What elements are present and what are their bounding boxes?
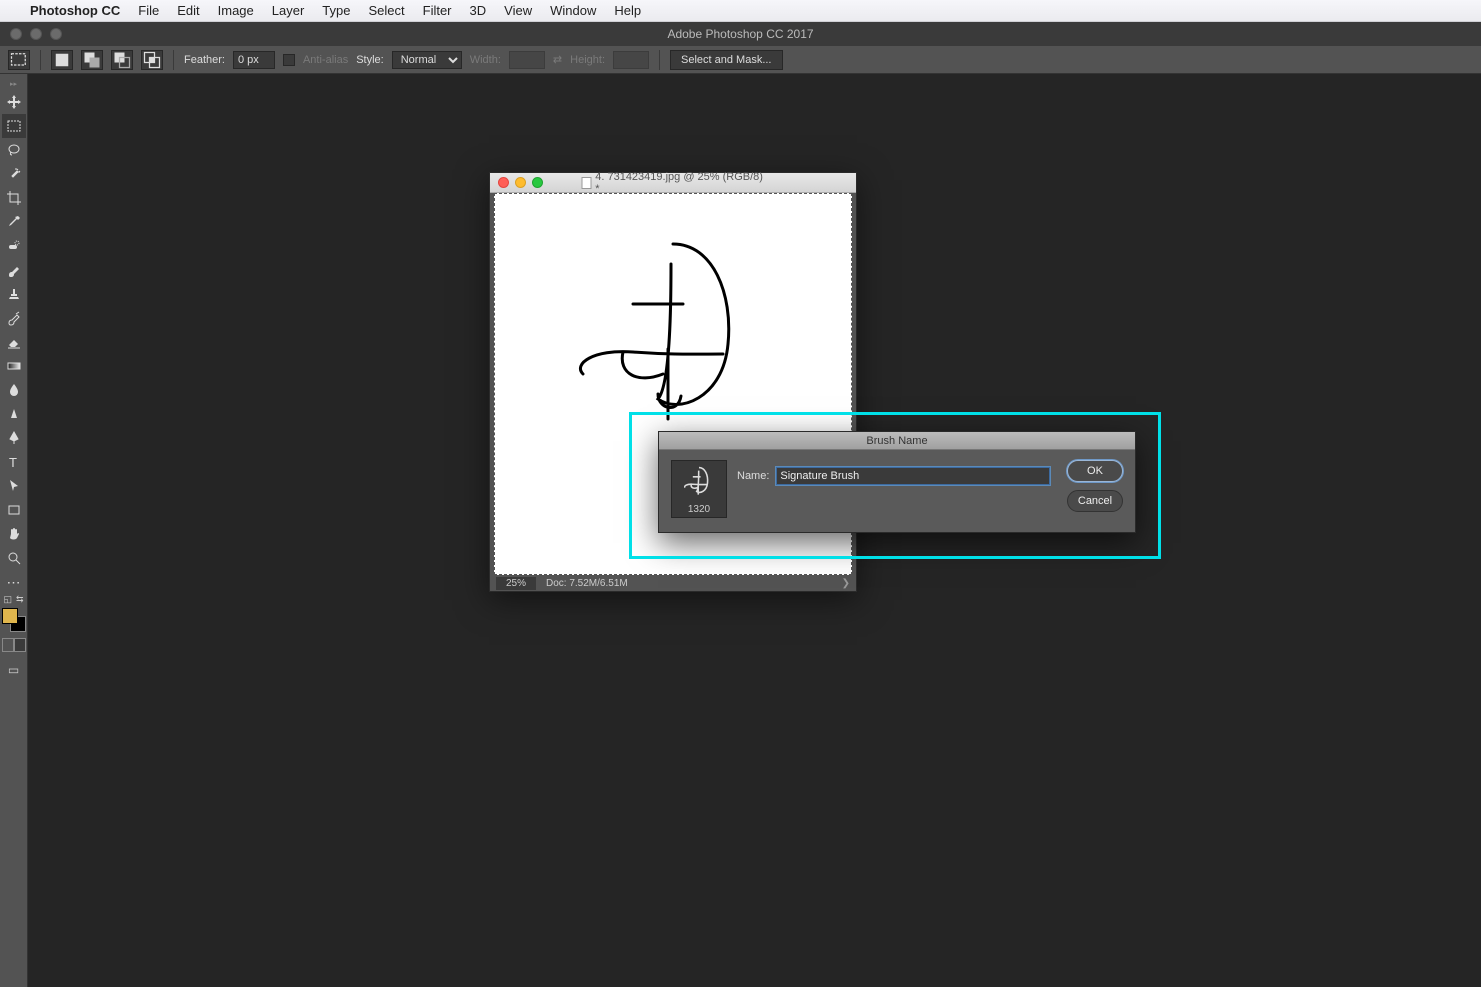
current-tool-icon[interactable] — [8, 50, 30, 70]
lasso-tool[interactable] — [2, 138, 26, 162]
document-titlebar: 4. 731423419.jpg @ 25% (RGB/8) * — [490, 173, 856, 193]
type-tool[interactable]: T — [2, 450, 26, 474]
width-input — [509, 51, 545, 69]
options-bar: Feather: Anti-alias Style: Normal Width:… — [0, 46, 1481, 74]
brush-size-label: 1320 — [688, 504, 710, 515]
hand-tool[interactable] — [2, 522, 26, 546]
statusbar-menu-icon[interactable]: ❯ — [842, 578, 850, 589]
menu-file[interactable]: File — [138, 3, 159, 18]
ok-button[interactable]: OK — [1067, 460, 1123, 482]
foreground-color-swatch[interactable] — [2, 608, 18, 624]
selection-subtract-icon[interactable] — [111, 50, 133, 70]
signature-drawing — [563, 234, 783, 454]
history-brush-tool[interactable] — [2, 306, 26, 330]
edit-toolbar-button[interactable]: ⋯ — [2, 570, 26, 594]
menu-window[interactable]: Window — [550, 3, 596, 18]
cancel-button[interactable]: Cancel — [1067, 490, 1123, 512]
menu-layer[interactable]: Layer — [272, 3, 305, 18]
menu-edit[interactable]: Edit — [177, 3, 199, 18]
swap-colors-icon[interactable]: ⇆ — [16, 594, 24, 606]
document-statusbar: 25% Doc: 7.52M/6.51M ❯ — [490, 575, 856, 591]
doc-maximize-button[interactable] — [532, 177, 543, 188]
pen-tool[interactable] — [2, 426, 26, 450]
brush-name-dialog: Brush Name 1320 Name: OK Cancel — [658, 431, 1136, 533]
color-swatches[interactable] — [2, 608, 26, 632]
menu-type[interactable]: Type — [322, 3, 350, 18]
style-select[interactable]: Normal — [392, 51, 462, 69]
height-input — [613, 51, 649, 69]
move-tool[interactable] — [2, 90, 26, 114]
maximize-window-button[interactable] — [50, 28, 62, 40]
menu-help[interactable]: Help — [614, 3, 641, 18]
brush-tool[interactable] — [2, 258, 26, 282]
swap-dimensions-icon: ⇄ — [553, 53, 562, 66]
zoom-level[interactable]: 25% — [496, 577, 536, 590]
brush-thumbnail-icon — [677, 464, 721, 502]
clone-stamp-tool[interactable] — [2, 282, 26, 306]
svg-text:T: T — [9, 455, 17, 470]
close-window-button[interactable] — [10, 28, 22, 40]
tools-panel: ▸▸ T ⋯ ◱⇆ ▭ — [0, 74, 28, 987]
menu-view[interactable]: View — [504, 3, 532, 18]
blur-tool[interactable] — [2, 378, 26, 402]
brush-name-label: Name: — [737, 470, 769, 482]
gradient-tool[interactable] — [2, 354, 26, 378]
screen-mode-button[interactable]: ▭ — [2, 660, 26, 680]
panel-grip-icon[interactable]: ▸▸ — [0, 80, 27, 88]
crop-tool[interactable] — [2, 186, 26, 210]
eraser-tool[interactable] — [2, 330, 26, 354]
height-label: Height: — [570, 54, 605, 66]
rectangle-tool[interactable] — [2, 498, 26, 522]
quick-mask-toggle[interactable] — [2, 638, 26, 656]
menu-filter[interactable]: Filter — [423, 3, 452, 18]
selection-add-icon[interactable] — [81, 50, 103, 70]
menu-image[interactable]: Image — [218, 3, 254, 18]
dialog-title: Brush Name — [659, 432, 1135, 450]
selection-new-icon[interactable] — [51, 50, 73, 70]
feather-label: Feather: — [184, 54, 225, 66]
app-menu[interactable]: Photoshop CC — [30, 3, 120, 18]
dodge-tool[interactable] — [2, 402, 26, 426]
brush-preview: 1320 — [671, 460, 727, 518]
selection-intersect-icon[interactable] — [141, 50, 163, 70]
brush-name-input[interactable] — [775, 466, 1051, 486]
minimize-window-button[interactable] — [30, 28, 42, 40]
document-title: 4. 731423419.jpg @ 25% (RGB/8) * — [595, 171, 764, 195]
app-title: Adobe Photoshop CC 2017 — [667, 27, 813, 41]
magic-wand-tool[interactable] — [2, 162, 26, 186]
width-label: Width: — [470, 54, 501, 66]
mac-menubar: Photoshop CC File Edit Image Layer Type … — [0, 0, 1481, 22]
menu-3d[interactable]: 3D — [470, 3, 487, 18]
eyedropper-tool[interactable] — [2, 210, 26, 234]
zoom-tool[interactable] — [2, 546, 26, 570]
doc-minimize-button[interactable] — [515, 177, 526, 188]
feather-input[interactable] — [233, 51, 275, 69]
path-selection-tool[interactable] — [2, 474, 26, 498]
app-titlebar: Adobe Photoshop CC 2017 — [0, 22, 1481, 46]
doc-info[interactable]: Doc: 7.52M/6.51M — [546, 578, 628, 589]
antialias-label: Anti-alias — [303, 54, 348, 66]
default-colors-icon[interactable]: ◱ — [4, 594, 13, 606]
spot-healing-tool[interactable] — [2, 234, 26, 258]
swatch-controls: ◱⇆ — [2, 594, 26, 606]
doc-close-button[interactable] — [498, 177, 509, 188]
menu-select[interactable]: Select — [368, 3, 404, 18]
window-controls — [0, 28, 62, 40]
document-icon — [582, 177, 592, 189]
select-and-mask-button[interactable]: Select and Mask... — [670, 50, 783, 70]
style-label: Style: — [356, 54, 384, 66]
antialias-checkbox — [283, 54, 295, 66]
marquee-tool[interactable] — [2, 114, 26, 138]
